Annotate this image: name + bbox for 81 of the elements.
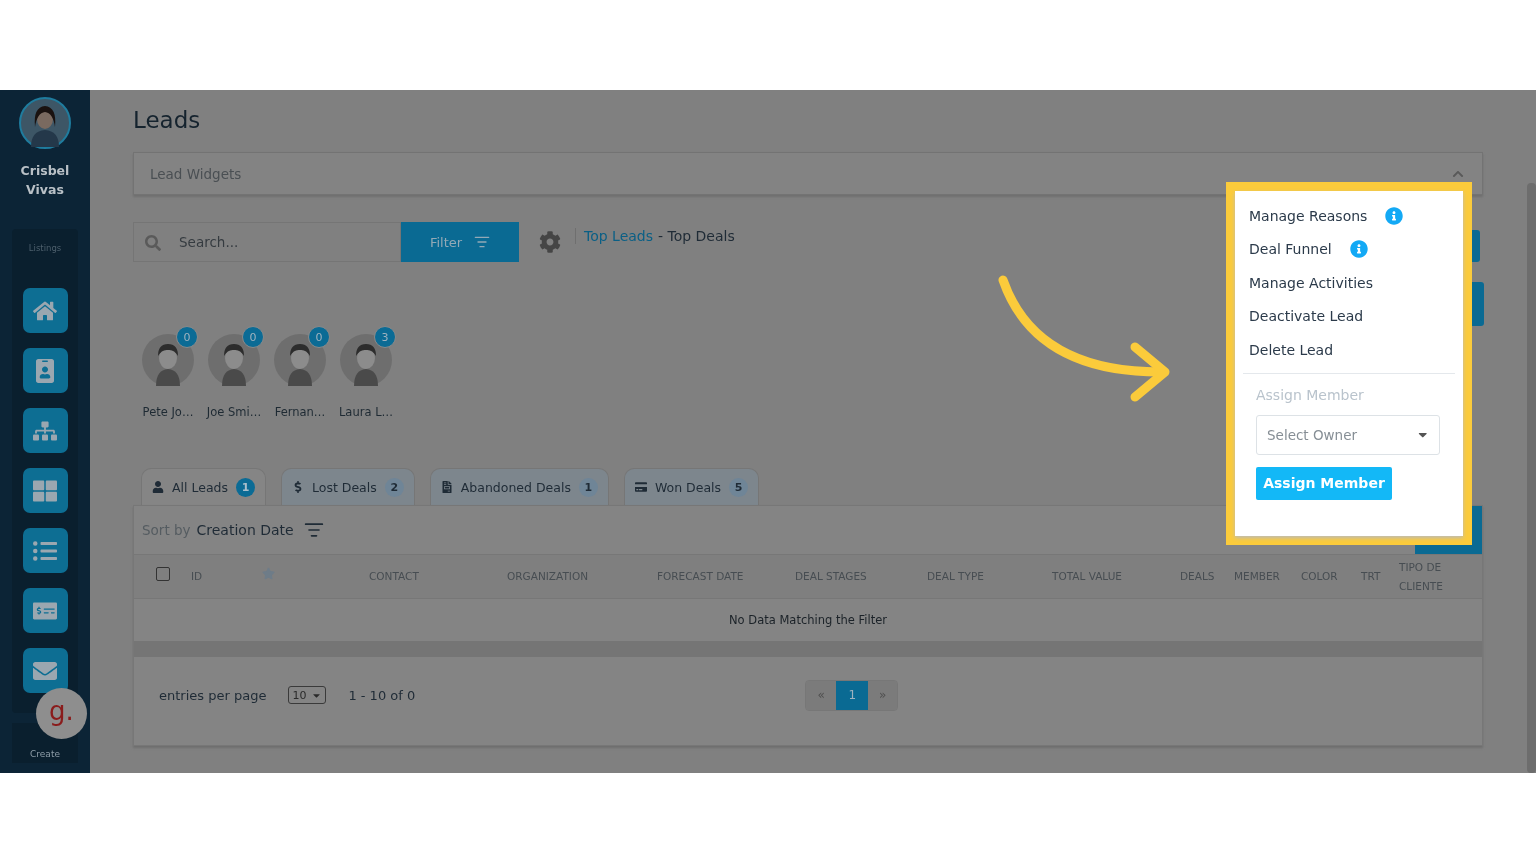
sidebar-nav-button[interactable]: [22, 408, 68, 453]
menu-item[interactable]: Manage Reasons: [1235, 199, 1463, 233]
sitemap-icon: [33, 418, 57, 443]
entries-label: entries per page: [159, 687, 267, 703]
filter-icon: [474, 234, 491, 250]
count-badge: 2: [384, 477, 404, 497]
page-button[interactable]: 1: [836, 680, 869, 710]
owner-select[interactable]: Select Owner: [1256, 414, 1440, 455]
user-icon: [152, 481, 164, 493]
scrollbar[interactable]: [1527, 183, 1536, 773]
empty-message: No Data Matching the Filter: [729, 613, 887, 627]
next-page-button[interactable]: »: [868, 680, 898, 710]
sidebar-nav-button[interactable]: [22, 528, 68, 573]
agent-name[interactable]: Laura L…: [338, 405, 394, 419]
page-size-select[interactable]: 10: [288, 686, 327, 704]
tab[interactable]: Lost Deals 2: [281, 468, 415, 505]
sidebar-nav-button[interactable]: [22, 288, 68, 333]
page-title: Leads: [133, 107, 202, 133]
count-badge: 1: [236, 477, 255, 497]
column-header[interactable]: TOTAL VALUE: [1052, 567, 1122, 586]
search-icon: [145, 235, 161, 251]
select-all-checkbox[interactable]: [156, 566, 170, 581]
search-field[interactable]: Search...: [133, 222, 401, 262]
prev-page-button[interactable]: «: [806, 680, 837, 710]
user-name: Crisbel Vivas: [19, 162, 71, 199]
filter-button[interactable]: Filter: [401, 222, 519, 262]
dollar-icon: [292, 481, 304, 493]
person-avatar-icon: [340, 334, 392, 386]
agent-name[interactable]: Joe Smi…: [206, 405, 262, 419]
badge-icon: [33, 358, 57, 383]
menu-item[interactable]: Delete Lead: [1235, 333, 1463, 367]
section-label: Listings: [28, 243, 62, 253]
column-header[interactable]: TRT: [1361, 567, 1381, 586]
grid-icon: [33, 478, 57, 503]
column-header[interactable]: DEAL STAGES: [795, 567, 867, 586]
column-header[interactable]: COLOR: [1301, 567, 1338, 586]
sidebar-nav-button[interactable]: [22, 468, 68, 513]
tab[interactable]: All Leads 1: [141, 468, 266, 505]
column-header[interactable]: MEMBER: [1234, 567, 1280, 586]
count-badge: 3: [374, 326, 396, 348]
user-avatar[interactable]: [19, 97, 71, 149]
column-header[interactable]: FORECAST DATE: [657, 567, 744, 586]
widgets-panel[interactable]: Lead Widgets: [133, 152, 1483, 195]
menu-item[interactable]: Deal Funnel: [1235, 232, 1463, 266]
menu-item[interactable]: Deactivate Lead: [1235, 299, 1463, 333]
card-icon: [634, 481, 647, 493]
menu-item[interactable]: Manage Activities: [1235, 266, 1463, 300]
count-badge: 5: [729, 477, 749, 497]
count-badge: 0: [242, 326, 264, 348]
sidebar-nav-button[interactable]: [22, 348, 68, 393]
person-avatar-icon: [142, 334, 194, 386]
tab[interactable]: Abandoned Deals 1: [429, 468, 609, 505]
range-text: 1 - 10 of 0: [348, 687, 416, 703]
assign-member-button[interactable]: Assign Member: [1256, 466, 1392, 500]
list-icon: [33, 538, 57, 563]
settings-icon[interactable]: [539, 231, 561, 253]
section-heading: Assign Member: [1256, 386, 1365, 403]
sidebar-nav-button[interactable]: [22, 648, 68, 693]
person-avatar-icon: [274, 334, 326, 386]
tab[interactable]: Won Deals 5: [623, 468, 760, 505]
agent-name[interactable]: Fernan…: [274, 405, 326, 419]
breadcrumb-current: - Top Deals: [658, 228, 735, 244]
sidebar-nav-button[interactable]: [22, 588, 68, 633]
agent-name[interactable]: Pete Jo…: [142, 405, 194, 419]
document-icon: [440, 481, 453, 493]
sort-field[interactable]: Creation Date: [196, 522, 294, 538]
breadcrumb-link[interactable]: Top Leads: [584, 228, 653, 244]
column-header[interactable]: DEAL TYPE: [927, 567, 984, 586]
count-badge: 1: [578, 477, 598, 497]
count-badge: 0: [176, 326, 198, 348]
info-icon[interactable]: [1349, 240, 1368, 259]
column-header[interactable]: DEALS: [1180, 567, 1215, 586]
create-label: Create: [30, 749, 60, 759]
info-icon[interactable]: [1385, 206, 1404, 225]
column-header[interactable]: TIPO DE CLIENTE: [1399, 557, 1469, 596]
count-badge: 0: [308, 326, 330, 348]
column-header[interactable]: CONTACT: [369, 567, 419, 586]
sort-icon[interactable]: [303, 520, 324, 540]
panel-title: Lead Widgets: [150, 165, 242, 182]
column-header[interactable]: ORGANIZATION: [507, 567, 589, 586]
person-avatar-icon: [208, 334, 260, 386]
